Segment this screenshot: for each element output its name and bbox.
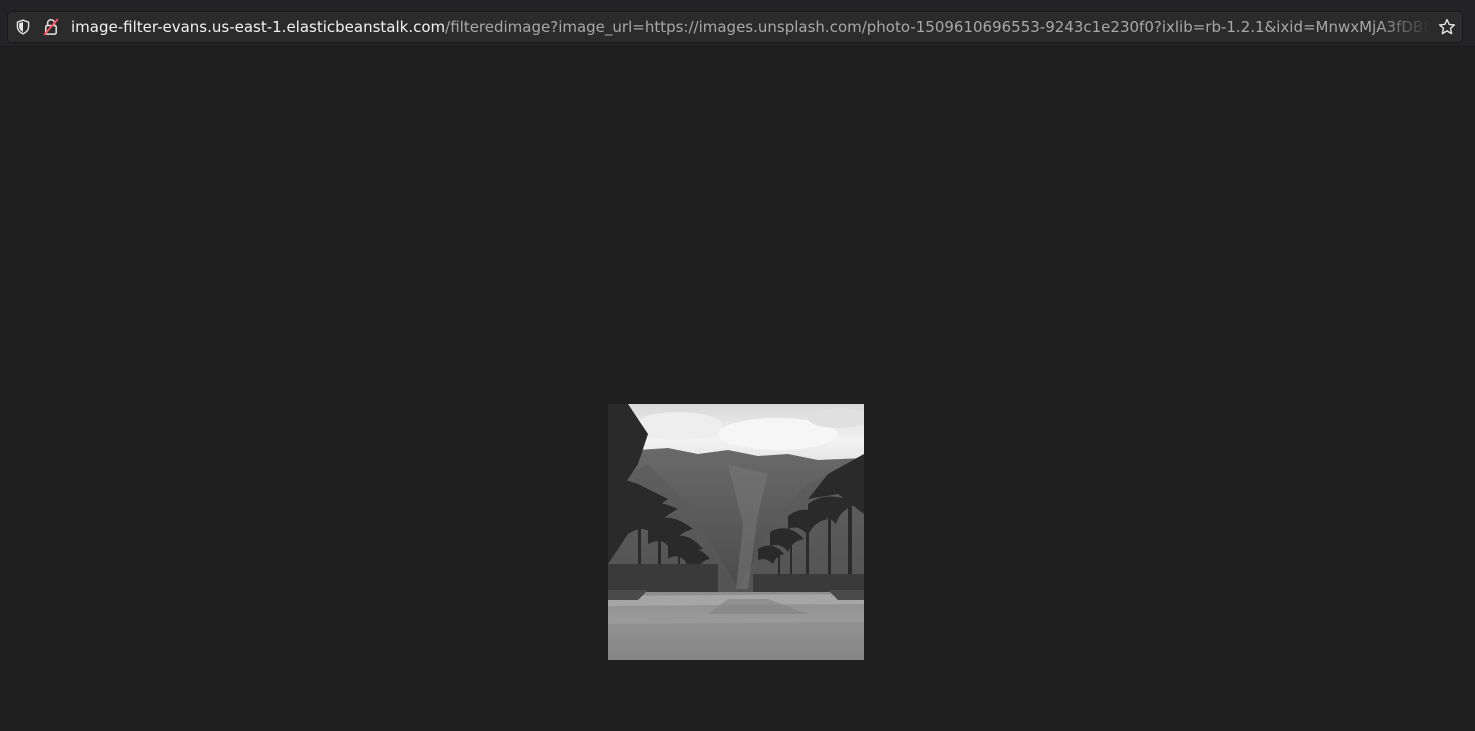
star-icon[interactable] bbox=[1437, 17, 1457, 37]
lock-insecure-icon[interactable] bbox=[41, 17, 61, 37]
url-path: /filteredimage?image_url=https://images.… bbox=[445, 18, 1431, 36]
address-bar[interactable]: image-filter-evans.us-east-1.elasticbean… bbox=[7, 11, 1463, 43]
filtered-image bbox=[608, 404, 864, 660]
page-viewport bbox=[0, 47, 1475, 731]
shield-icon[interactable] bbox=[13, 17, 33, 37]
url-text[interactable]: image-filter-evans.us-east-1.elasticbean… bbox=[71, 18, 1431, 36]
url-host: image-filter-evans.us-east-1.elasticbean… bbox=[71, 18, 446, 36]
browser-toolbar: image-filter-evans.us-east-1.elasticbean… bbox=[0, 0, 1475, 47]
